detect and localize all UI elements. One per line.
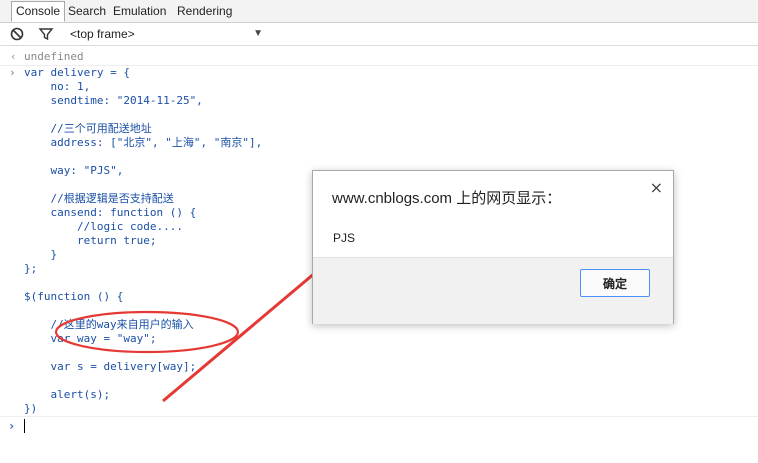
clear-console-icon[interactable]: [9, 26, 25, 42]
tab-emulation[interactable]: Emulation: [109, 2, 170, 20]
console-prompt[interactable]: ›: [0, 418, 758, 434]
alert-dialog: www.cnblogs.com 上的网页显示： × PJS 确定: [312, 170, 674, 324]
console-code-block: var delivery = { no: 1, sendtime: "2014-…: [24, 66, 263, 415]
result-arrow-icon: ‹: [10, 50, 17, 63]
divider: [0, 416, 758, 417]
text-cursor: [24, 419, 25, 433]
console-result-text: undefined: [24, 50, 84, 63]
close-icon[interactable]: ×: [650, 178, 663, 197]
console-result-line: ‹ undefined: [0, 50, 758, 64]
dialog-title: www.cnblogs.com 上的网页显示：: [332, 190, 562, 207]
ok-button[interactable]: 确定: [580, 269, 650, 297]
console-toolbar: <top frame> ▼: [0, 23, 758, 46]
frame-select[interactable]: <top frame> ▼: [70, 26, 265, 42]
frame-select-value: <top frame>: [70, 27, 135, 41]
tab-rendering[interactable]: Rendering: [173, 2, 236, 20]
tab-console[interactable]: Console: [11, 1, 66, 22]
devtools-tab-bar: Console Search Emulation Rendering: [0, 0, 758, 23]
dialog-footer: 确定: [313, 257, 673, 324]
dialog-message: PJS: [333, 231, 356, 245]
input-arrow-icon: ›: [9, 66, 16, 79]
filter-icon[interactable]: [38, 26, 54, 42]
tab-search[interactable]: Search: [64, 2, 110, 20]
prompt-arrow-icon: ›: [8, 419, 16, 433]
dropdown-arrow-icon: ▼: [253, 28, 263, 39]
